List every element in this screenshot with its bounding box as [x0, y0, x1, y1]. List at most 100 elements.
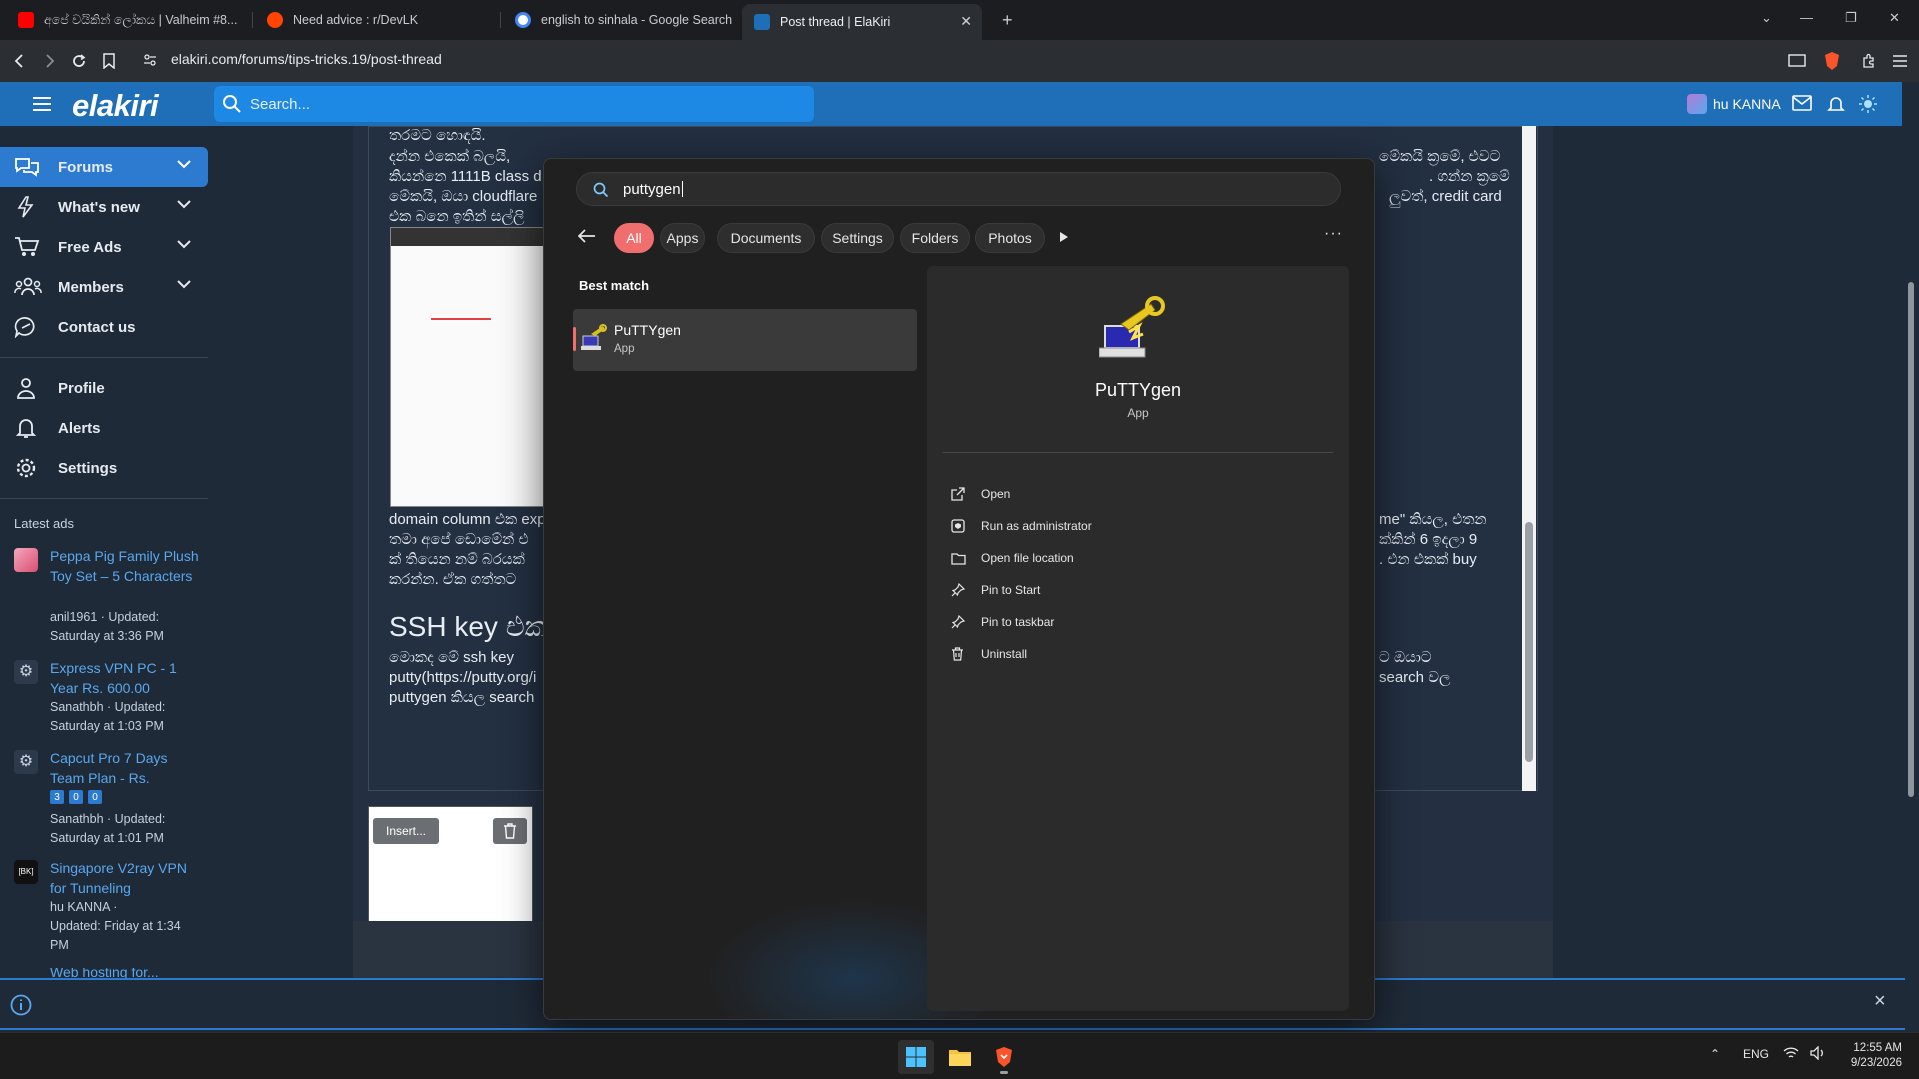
tab-title: english to sinhala - Google Search	[541, 13, 733, 27]
reload-icon[interactable]	[68, 50, 90, 72]
browser-tab[interactable]: අපේ වයිකින් ලෝකය | Valheim #8...	[6, 4, 246, 36]
tab-search-icon[interactable]: ⌄	[1761, 10, 1772, 26]
minimize-icon[interactable]: —	[1800, 10, 1813, 25]
sidebar-item-whats-new[interactable]: What's new	[0, 187, 208, 227]
chevron-down-icon[interactable]	[176, 199, 192, 209]
site-logo[interactable]: elakiri	[72, 88, 159, 124]
extensions-icon[interactable]	[1858, 50, 1880, 72]
hamburger-menu-icon[interactable]	[32, 96, 52, 112]
ad-title[interactable]: Peppa Pig Family Plush Toy Set – 5 Chara…	[50, 546, 200, 586]
url-field[interactable]: elakiri.com/forums/tips-tricks.19/post-t…	[171, 51, 442, 67]
editor-text: කරන්න. ඒක ගත්තට	[389, 571, 517, 588]
action-pin-to-start[interactable]: Pin to Start	[951, 578, 1040, 602]
action-open[interactable]: Open	[951, 482, 1010, 506]
editor-scrollbar[interactable]	[1522, 126, 1536, 791]
ad-item[interactable]: ⚙ Capcut Pro 7 Days Team Plan - Rs. 3 0 …	[14, 748, 199, 848]
search-placeholder: Search...	[250, 95, 311, 113]
sidebar-item-free-ads[interactable]: Free Ads	[0, 227, 208, 267]
new-tab-button[interactable]: +	[990, 4, 1020, 36]
user-menu[interactable]: hu KANNA	[1687, 94, 1781, 114]
inbox-icon[interactable]	[1792, 95, 1812, 111]
ad-title[interactable]: Capcut Pro 7 Days Team Plan - Rs.	[50, 748, 200, 788]
cast-icon[interactable]	[1786, 50, 1808, 72]
more-options-button[interactable]: ···	[1324, 225, 1343, 243]
filter-documents[interactable]: Documents	[717, 223, 815, 253]
editor-text: කියන්නෙ 1111B class d	[389, 168, 542, 185]
ad-item[interactable]: ⚙ Express VPN PC - 1 Year Rs. 600.00 San…	[14, 658, 199, 738]
start-button[interactable]	[898, 1040, 934, 1074]
ad-title[interactable]: Singapore V2ray VPN for Tunneling	[50, 858, 200, 898]
pin-icon	[951, 583, 967, 597]
theme-toggle-icon[interactable]	[1859, 95, 1877, 113]
result-type: App	[614, 343, 635, 355]
ad-date: Saturday at 1:03 PM	[50, 719, 164, 733]
chevron-down-icon[interactable]	[176, 159, 192, 169]
sidebar-item-label: What's new	[58, 198, 140, 216]
editor-text: domain column එක exp	[389, 511, 546, 528]
best-match-result[interactable]: PuTTYgen App	[573, 309, 917, 371]
brave-shield-icon[interactable]	[1821, 50, 1843, 72]
action-open-file-location[interactable]: Open file location	[951, 546, 1074, 570]
filter-apps[interactable]: Apps	[660, 223, 705, 253]
ad-title[interactable]: Express VPN PC - 1 Year Rs. 600.00	[50, 658, 200, 698]
sidebar-item-profile[interactable]: Profile	[0, 368, 208, 408]
chevron-down-icon[interactable]	[176, 239, 192, 249]
browser-tab-active[interactable]: Post thread | ElaKiri ✕	[742, 4, 982, 40]
forward-icon[interactable]	[38, 50, 60, 72]
sidebar-item-forums[interactable]: Forums	[0, 147, 208, 187]
browser-tab[interactable]: english to sinhala - Google Search	[503, 4, 743, 36]
delete-attachment-button[interactable]	[493, 818, 527, 844]
pin-icon	[951, 615, 967, 629]
editor-text: දන්න එකෙක් බලයි,	[389, 148, 511, 165]
show-hidden-icons-icon[interactable]: ⌃	[1710, 1047, 1720, 1061]
chevron-down-icon[interactable]	[176, 279, 192, 289]
restore-icon[interactable]: ❐	[1845, 10, 1857, 26]
editor-text: තමා අපේ ඩොමේන් එ	[389, 531, 529, 548]
search-query: puttygen	[623, 181, 683, 198]
close-notice-button[interactable]: ×	[1874, 990, 1886, 1013]
bell-icon[interactable]	[1827, 95, 1845, 113]
filter-folders[interactable]: Folders	[900, 223, 970, 253]
system-clock[interactable]: 12:55 AM 9/23/2026	[1838, 1041, 1902, 1071]
site-search-input[interactable]: Search...	[214, 86, 814, 122]
clock-time: 12:55 AM	[1853, 1042, 1902, 1054]
action-run-as-administrator[interactable]: Run as administrator	[951, 514, 1092, 538]
page-scrollbar[interactable]	[1902, 82, 1919, 1032]
browser-tab[interactable]: Need advice : r/DevLK	[255, 4, 495, 36]
brave-browser-button[interactable]	[986, 1040, 1022, 1074]
more-filters-arrow-icon[interactable]	[1059, 231, 1069, 243]
ad-item[interactable]: [BK] Singapore V2ray VPN for Tunneling h…	[14, 858, 199, 958]
bookmark-icon[interactable]	[98, 50, 120, 72]
google-favicon-icon	[515, 12, 531, 28]
close-tab-icon[interactable]: ✕	[960, 13, 972, 30]
sidebar-item-alerts[interactable]: Alerts	[0, 408, 208, 448]
sidebar-item-members[interactable]: Members	[0, 267, 208, 307]
wifi-icon[interactable]	[1783, 1046, 1799, 1060]
result-name: PuTTYgen	[614, 322, 681, 338]
sidebar-item-label: Members	[58, 278, 124, 296]
editor-text: මේකයි, ඔයා cloudflare	[389, 188, 538, 205]
insert-attachment-button[interactable]: Insert...	[373, 818, 439, 844]
input-language[interactable]: ENG	[1743, 1047, 1769, 1061]
back-icon[interactable]	[9, 50, 31, 72]
windows-search-input[interactable]: puttygen	[576, 172, 1341, 206]
editor-text: ට ඔයාට	[1379, 649, 1432, 666]
volume-icon[interactable]	[1810, 1046, 1826, 1060]
members-icon	[14, 276, 42, 298]
filter-all[interactable]: All	[614, 223, 654, 253]
divider	[943, 452, 1333, 453]
file-explorer-button[interactable]	[942, 1040, 978, 1074]
selection-indicator	[573, 327, 576, 351]
action-uninstall[interactable]: Uninstall	[951, 642, 1027, 666]
back-arrow-icon[interactable]	[578, 229, 596, 243]
sidebar-item-settings[interactable]: Settings	[0, 448, 208, 488]
menu-icon[interactable]	[1889, 50, 1911, 72]
action-pin-to-taskbar[interactable]: Pin to taskbar	[951, 610, 1054, 634]
site-info-icon[interactable]	[142, 52, 158, 68]
filter-settings[interactable]: Settings	[821, 223, 894, 253]
ad-item[interactable]: Peppa Pig Family Plush Toy Set – 5 Chara…	[14, 546, 199, 646]
close-window-icon[interactable]: ✕	[1889, 10, 1900, 26]
sidebar-item-contact-us[interactable]: Contact us	[0, 307, 208, 347]
filter-photos[interactable]: Photos	[975, 223, 1045, 253]
ad-meta: Updated: Friday at 1:34 PM	[50, 919, 181, 952]
